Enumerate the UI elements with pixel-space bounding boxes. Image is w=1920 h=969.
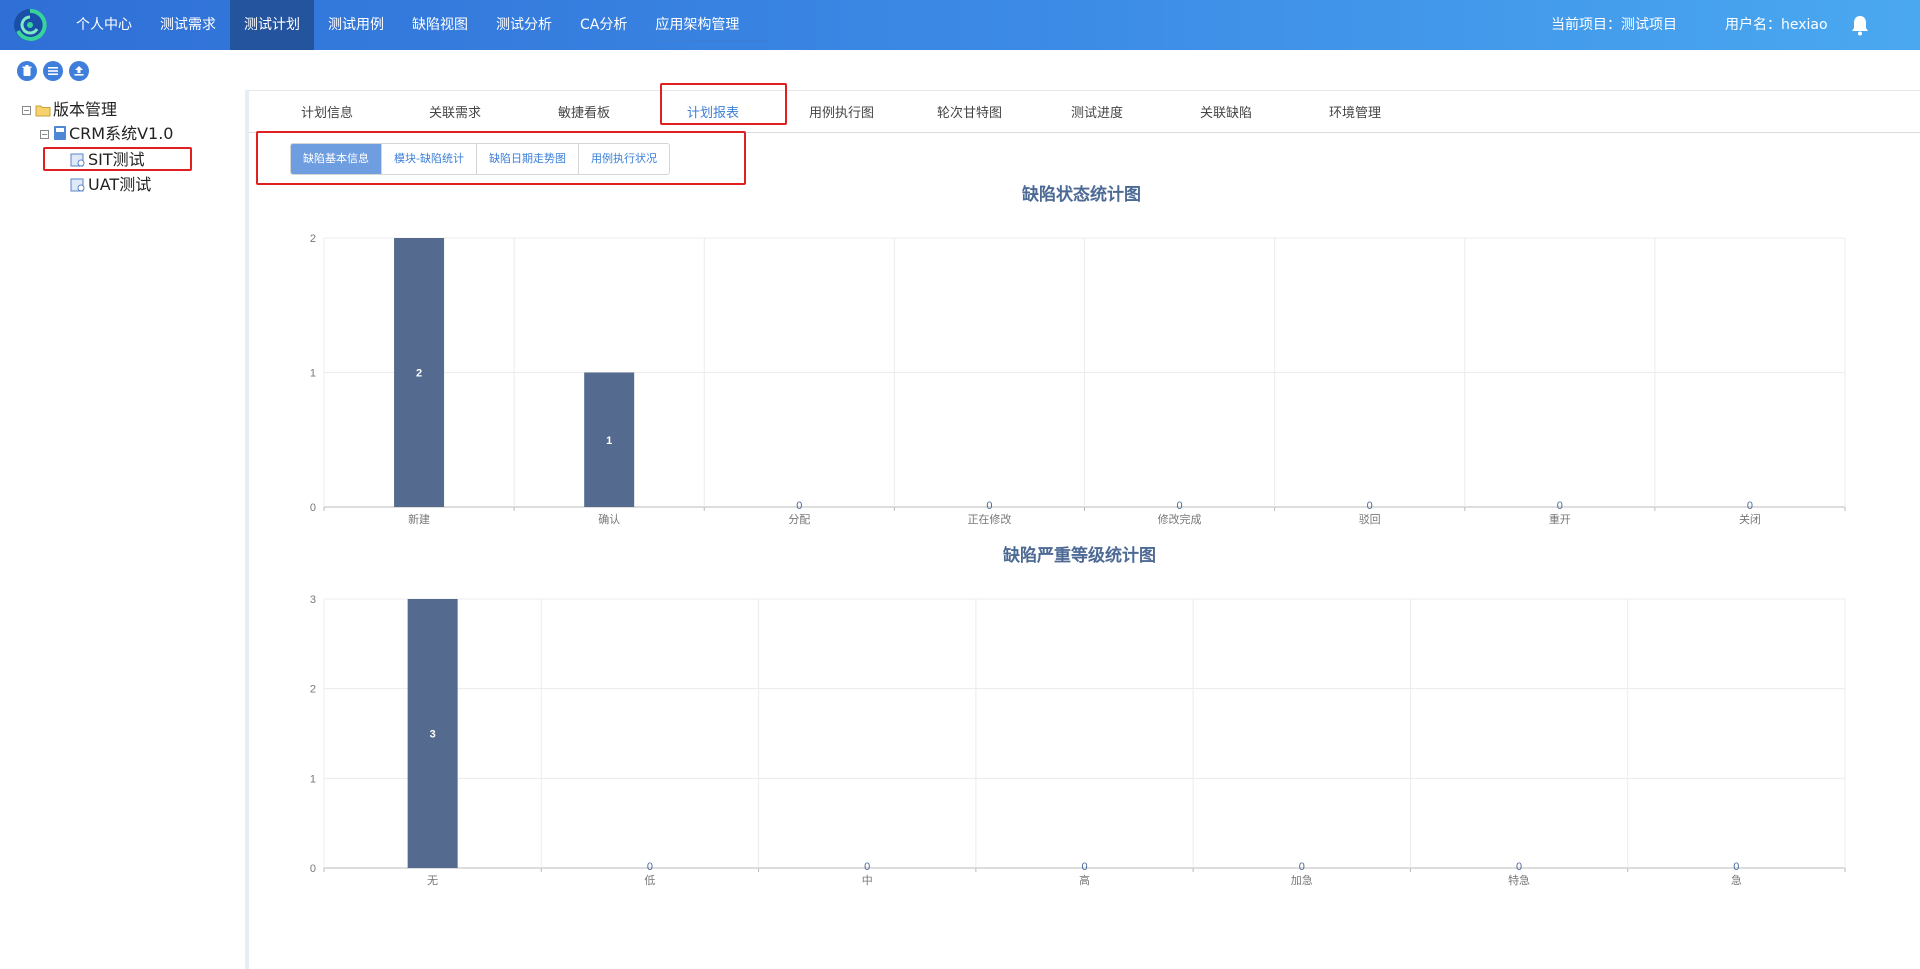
x-category-label: 特急 <box>1508 873 1530 887</box>
nav-item-6[interactable]: CA分析 <box>566 0 641 50</box>
y-tick-label: 0 <box>310 502 316 514</box>
report-subtabs: 缺陷基本信息 模块-缺陷统计 缺陷日期走势图 用例执行状况 <box>290 143 670 175</box>
bar-value-label: 0 <box>647 861 653 873</box>
test-plan-icon <box>70 153 85 167</box>
y-tick-label: 3 <box>310 594 316 606</box>
x-category-label: 新建 <box>408 512 430 526</box>
bar <box>584 372 635 507</box>
nav-item-1[interactable]: 测试需求 <box>146 0 230 50</box>
bar <box>407 599 458 868</box>
tab-round-gantt[interactable]: 轮次甘特图 <box>937 102 1002 121</box>
x-category-label: 低 <box>644 874 655 887</box>
x-category-label: 加急 <box>1291 873 1313 887</box>
bell-icon[interactable] <box>1850 14 1870 36</box>
tree-child-label: SIT测试 <box>88 150 145 169</box>
nav-item-2[interactable]: 测试计划 <box>230 0 314 50</box>
app-logo-icon[interactable] <box>12 7 48 43</box>
top-nav: 个人中心 测试需求 测试计划 测试用例 缺陷视图 测试分析 CA分析 应用架构管理 当前项目：… <box>0 0 1920 50</box>
y-tick-label: 1 <box>310 368 316 380</box>
chart-title: 缺陷严重等级统计图 <box>1003 546 1156 566</box>
active-tab-indicator <box>660 40 768 42</box>
trash-icon[interactable] <box>17 61 37 81</box>
nav-item-3[interactable]: 测试用例 <box>314 0 398 50</box>
plan-tabs: 计划信息 关联需求 敏捷看板 计划报表 用例执行图 轮次甘特图 测试进度 关联缺… <box>249 90 1920 133</box>
tab-test-progress[interactable]: 测试进度 <box>1071 102 1123 121</box>
tab-related-defects[interactable]: 关联缺陷 <box>1200 102 1252 121</box>
x-category-label: 中 <box>862 874 873 887</box>
defect-severity-chart: 01233无0低0中0高0加急0特急0急 <box>310 594 1846 887</box>
username[interactable]: 用户名：hexiao <box>1725 0 1828 50</box>
bar-value-label: 1 <box>606 435 612 447</box>
bar-value-label: 0 <box>1557 500 1563 512</box>
upload-icon[interactable] <box>69 61 89 81</box>
subtab-module-defects[interactable]: 模块-缺陷统计 <box>382 144 477 174</box>
subtab-defect-info[interactable]: 缺陷基本信息 <box>291 144 382 174</box>
y-tick-label: 2 <box>310 233 316 245</box>
x-category-label: 确认 <box>598 513 620 526</box>
current-project: 当前项目：测试项目 <box>1551 17 1677 33</box>
x-category-label: 修改完成 <box>1158 512 1202 526</box>
x-category-label: 高 <box>1079 873 1090 887</box>
y-tick-label: 2 <box>310 684 316 696</box>
collapse-icon[interactable]: − <box>22 106 31 115</box>
folder-icon <box>35 105 51 117</box>
bar-value-label: 0 <box>1367 500 1373 512</box>
tree-version-label: CRM系统V1.0 <box>69 124 174 143</box>
x-category-label: 分配 <box>788 513 810 526</box>
collapse-icon[interactable]: − <box>40 130 49 139</box>
x-category-label: 重开 <box>1549 512 1571 526</box>
panel-splitter[interactable] <box>245 90 249 969</box>
tree-child-label: UAT测试 <box>88 175 152 194</box>
defect-status-chart: 0122新建1确认0分配0正在修改0修改完成0驳回0重开0关闭 <box>310 233 1846 526</box>
tree-node-uat[interactable]: UAT测试 <box>70 175 151 195</box>
y-tick-label: 0 <box>310 863 316 875</box>
bar <box>394 238 445 507</box>
bar-value-label: 0 <box>864 861 870 873</box>
tab-agile-board[interactable]: 敏捷看板 <box>558 102 610 121</box>
bar-value-label: 0 <box>1299 861 1305 873</box>
tab-plan-report[interactable]: 计划报表 <box>687 102 739 121</box>
tab-plan-info[interactable]: 计划信息 <box>301 102 353 121</box>
nav-item-0[interactable]: 个人中心 <box>62 0 146 50</box>
version-tree: − 版本管理 − CRM系统V1.0 SIT测试 UAT测试 <box>0 90 245 969</box>
x-category-label: 关闭 <box>1739 512 1761 526</box>
tab-related-requirements[interactable]: 关联需求 <box>429 102 481 121</box>
bar-value-label: 0 <box>1081 861 1087 873</box>
test-plan-icon <box>70 178 85 192</box>
x-category-label: 无 <box>427 874 438 887</box>
tree-root-label: 版本管理 <box>53 100 118 119</box>
y-tick-label: 1 <box>310 773 316 785</box>
toolbar <box>0 50 1920 91</box>
bar-value-label: 0 <box>1733 861 1739 873</box>
tab-environment[interactable]: 环境管理 <box>1329 102 1381 121</box>
bar-value-label: 0 <box>986 500 992 512</box>
subtab-defect-trend[interactable]: 缺陷日期走势图 <box>476 144 579 174</box>
bar-value-label: 0 <box>796 500 802 512</box>
bar-value-label: 0 <box>1747 500 1753 512</box>
bar-value-label: 2 <box>416 368 422 380</box>
tree-node-sit[interactable]: SIT测试 <box>70 150 145 170</box>
nav-item-5[interactable]: 测试分析 <box>482 0 566 50</box>
subtab-case-status[interactable]: 用例执行状况 <box>578 144 669 174</box>
chart-title: 缺陷状态统计图 <box>1022 185 1141 205</box>
bar-value-label: 0 <box>1177 500 1183 512</box>
list-icon[interactable] <box>43 61 63 81</box>
x-category-label: 正在修改 <box>967 512 1011 526</box>
tree-node-root[interactable]: − 版本管理 <box>22 100 117 120</box>
tab-case-execution[interactable]: 用例执行图 <box>809 102 874 121</box>
database-icon <box>54 126 66 140</box>
bar-value-label: 3 <box>430 729 436 741</box>
tree-node-version[interactable]: − CRM系统V1.0 <box>40 124 174 144</box>
bar-value-label: 0 <box>1516 861 1522 873</box>
x-category-label: 急 <box>1731 873 1742 887</box>
nav-item-7[interactable]: 应用架构管理 <box>641 0 753 50</box>
nav-item-4[interactable]: 缺陷视图 <box>398 0 482 50</box>
x-category-label: 驳回 <box>1359 513 1381 526</box>
